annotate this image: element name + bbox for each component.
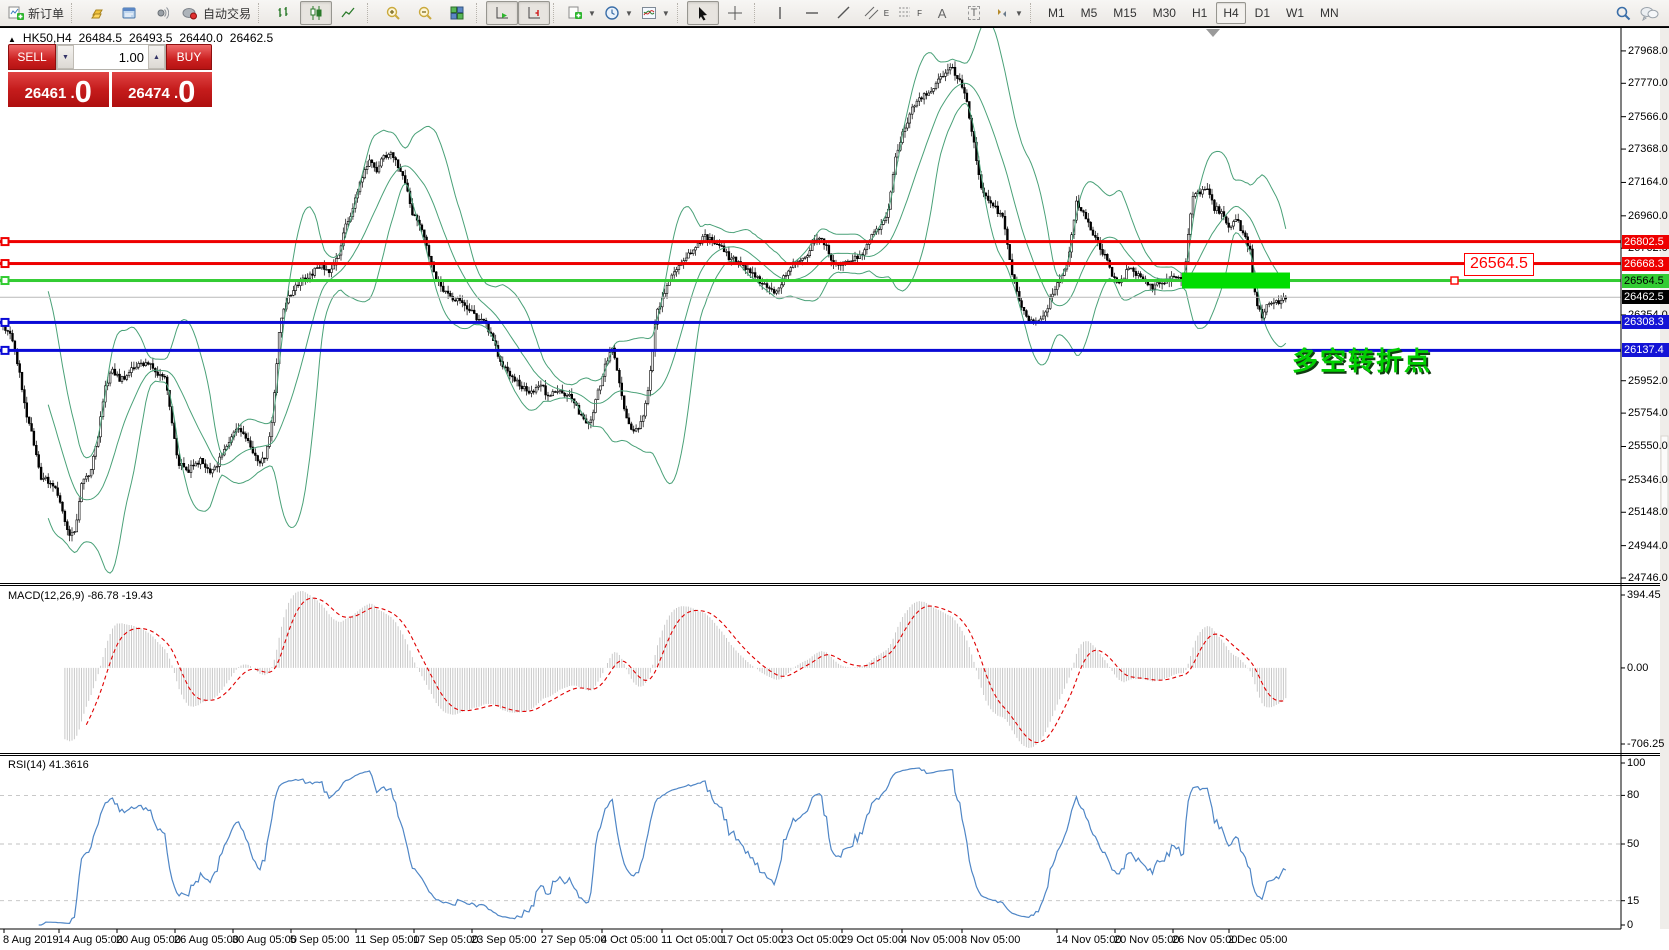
y-tick-label: 25550.0 bbox=[1628, 440, 1668, 452]
buy-price[interactable]: 26474 .0 bbox=[112, 72, 213, 107]
price-badge: 26564.5 bbox=[1622, 274, 1669, 288]
ohlc-low: 26440.0 bbox=[179, 31, 222, 45]
y-tick-label: 25346.0 bbox=[1628, 474, 1668, 486]
price-badge: 26462.5 bbox=[1622, 290, 1669, 304]
ohlc-close: 26462.5 bbox=[230, 31, 273, 45]
y-tick-label: 25754.0 bbox=[1628, 407, 1668, 419]
chart-canvas[interactable] bbox=[0, 0, 1669, 950]
callout-anchor[interactable] bbox=[1451, 277, 1458, 284]
macd-axis-label: -706.25 bbox=[1627, 738, 1664, 750]
x-tick-label: 23 Sep 05:00 bbox=[471, 934, 536, 946]
buy-button[interactable]: BUY bbox=[166, 44, 212, 70]
price-badge: 26308.3 bbox=[1622, 315, 1669, 329]
x-tick-label: 2 Dec 05:00 bbox=[1228, 934, 1287, 946]
x-tick-label: 30 Aug 05:00 bbox=[232, 934, 297, 946]
x-tick-label: 5 Sep 05:00 bbox=[290, 934, 349, 946]
rsi-axis-label: 80 bbox=[1627, 789, 1639, 801]
hline-26308.3[interactable] bbox=[0, 321, 1621, 324]
x-tick-label: 17 Oct 05:00 bbox=[721, 934, 784, 946]
rsi-axis-label: 0 bbox=[1627, 919, 1633, 931]
x-tick-label: 27 Sep 05:00 bbox=[541, 934, 606, 946]
macd-axis-label: 394.45 bbox=[1627, 589, 1661, 601]
x-tick-label: 20 Nov 05:00 bbox=[1114, 934, 1179, 946]
volume-spinner: ▼ ▲ bbox=[56, 44, 166, 70]
macd-label: MACD(12,26,9) -86.78 -19.43 bbox=[8, 590, 153, 602]
y-tick-label: 24944.0 bbox=[1628, 540, 1668, 552]
y-tick-label: 26960.0 bbox=[1628, 210, 1668, 222]
macd-pane bbox=[65, 591, 1286, 748]
one-click-trading-panel: SELL ▼ ▲ BUY 26461 .0 26474 .0 bbox=[8, 44, 212, 107]
y-tick-label: 27164.0 bbox=[1628, 176, 1668, 188]
price-badge: 26137.4 bbox=[1622, 343, 1669, 357]
macd-histogram bbox=[65, 591, 1286, 748]
ohlc-open: 26484.5 bbox=[79, 31, 122, 45]
rsi-line bbox=[39, 768, 1286, 925]
x-tick-label: 8 Aug 2019 bbox=[3, 934, 59, 946]
chart-shift-marker[interactable] bbox=[1206, 29, 1220, 37]
x-tick-label: 29 Oct 05:00 bbox=[841, 934, 904, 946]
candle-wicks bbox=[3, 61, 1286, 541]
rsi-label: RSI(14) 41.3616 bbox=[8, 759, 89, 771]
hline-26802.5[interactable] bbox=[0, 240, 1621, 243]
x-tick-label: 4 Nov 05:00 bbox=[901, 934, 960, 946]
x-tick-label: 17 Sep 05:00 bbox=[413, 934, 478, 946]
hline-anchor[interactable] bbox=[2, 238, 9, 245]
sell-button[interactable]: SELL bbox=[8, 44, 56, 70]
hline-anchor[interactable] bbox=[2, 277, 9, 284]
hline-anchor[interactable] bbox=[2, 347, 9, 354]
chart-title: ▲ HK50,H4 26484.5 26493.5 26440.0 26462.… bbox=[8, 31, 273, 45]
highlight-rectangle[interactable] bbox=[1182, 273, 1290, 289]
x-tick-label: 20 Aug 05:00 bbox=[116, 934, 181, 946]
hline-anchor[interactable] bbox=[2, 260, 9, 267]
hline-26564.5[interactable] bbox=[0, 279, 1621, 282]
buy-price-main: 26474 . bbox=[128, 82, 178, 106]
macd-axis-label: 0.00 bbox=[1627, 662, 1648, 674]
mt4-window: 新订单 自动交易 bbox=[0, 0, 1669, 950]
y-tick-label: 25952.0 bbox=[1628, 375, 1668, 387]
volume-input[interactable] bbox=[74, 45, 148, 69]
y-tick-label: 25148.0 bbox=[1628, 506, 1668, 518]
rsi-axis-label: 50 bbox=[1627, 838, 1639, 850]
rsi-pane bbox=[39, 768, 1286, 925]
volume-increase-button[interactable]: ▲ bbox=[148, 45, 165, 69]
symbol-period-label: HK50,H4 bbox=[23, 31, 72, 45]
chart-annotation-text: 多空转折点 bbox=[1292, 341, 1432, 378]
x-tick-label: 14 Nov 05:00 bbox=[1056, 934, 1121, 946]
y-tick-label: 24746.0 bbox=[1628, 572, 1668, 584]
x-tick-label: 8 Nov 05:00 bbox=[961, 934, 1020, 946]
x-tick-label: 14 Aug 05:00 bbox=[58, 934, 123, 946]
price-badge: 26668.3 bbox=[1622, 257, 1669, 271]
y-tick-label: 27566.0 bbox=[1628, 111, 1668, 123]
x-tick-label: 4 Oct 05:00 bbox=[601, 934, 658, 946]
rsi-axis-label: 15 bbox=[1627, 895, 1639, 907]
y-tick-label: 27770.0 bbox=[1628, 77, 1668, 89]
rsi-axis-label: 100 bbox=[1627, 757, 1645, 769]
y-tick-label: 27368.0 bbox=[1628, 143, 1668, 155]
buy-price-big-digit: 0 bbox=[178, 78, 195, 106]
x-tick-label: 23 Oct 05:00 bbox=[781, 934, 844, 946]
bollinger-lower[interactable] bbox=[48, 103, 1286, 573]
volume-decrease-button[interactable]: ▼ bbox=[57, 45, 74, 69]
sell-price-big-digit: 0 bbox=[75, 78, 92, 106]
sell-price-main: 26461 . bbox=[25, 82, 75, 106]
collapse-panel-icon[interactable]: ▲ bbox=[8, 35, 16, 44]
x-tick-label: 11 Sep 05:00 bbox=[355, 934, 420, 946]
hline-26668.3[interactable] bbox=[0, 262, 1621, 265]
hline-anchor[interactable] bbox=[2, 319, 9, 326]
ohlc-high: 26493.5 bbox=[129, 31, 172, 45]
y-tick-label: 27968.0 bbox=[1628, 45, 1668, 57]
x-tick-label: 11 Oct 05:00 bbox=[661, 934, 723, 946]
sell-price[interactable]: 26461 .0 bbox=[8, 72, 109, 107]
x-tick-label: 26 Aug 05:00 bbox=[174, 934, 239, 946]
price-badge: 26802.5 bbox=[1622, 235, 1669, 249]
price-callout-label: 26564.5 bbox=[1464, 253, 1534, 276]
